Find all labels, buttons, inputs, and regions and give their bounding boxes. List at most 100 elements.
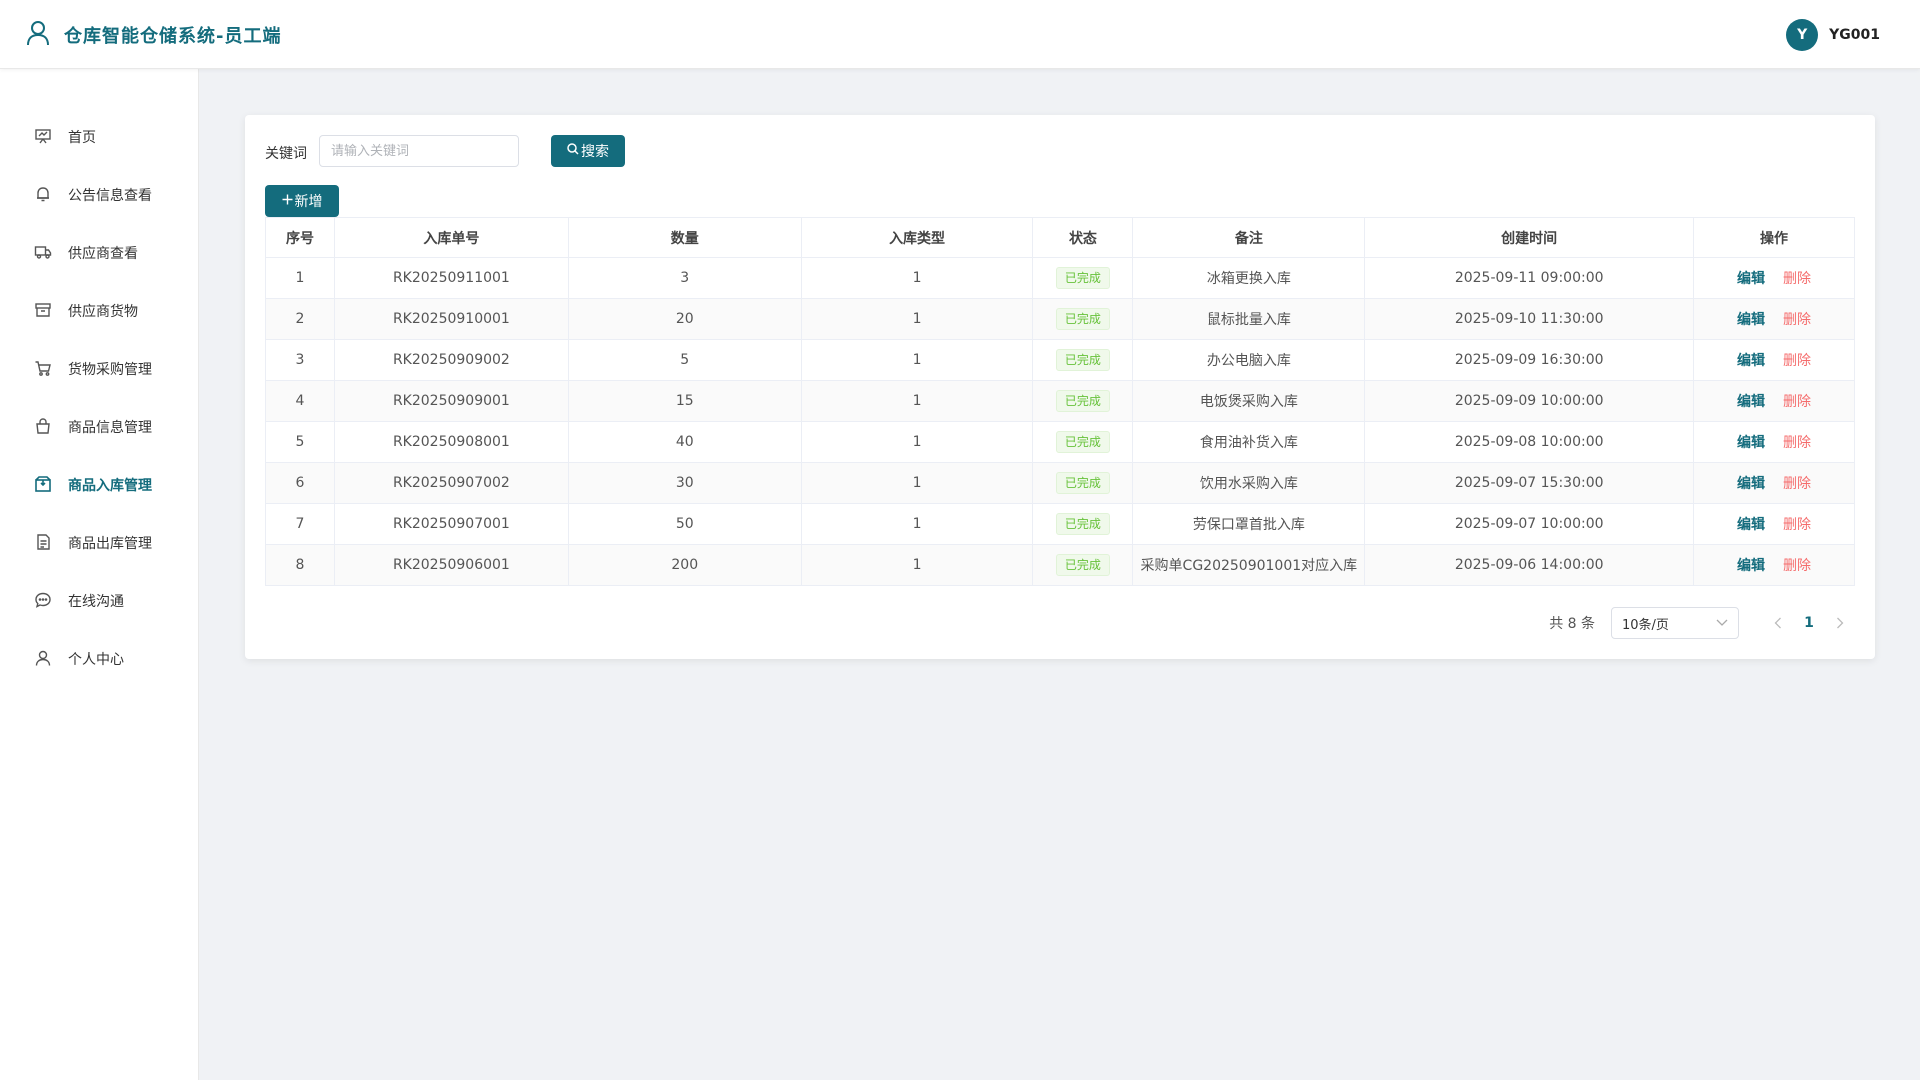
- cell-type: 1: [800, 257, 1034, 299]
- document-icon: [37, 534, 50, 550]
- cell-actions: 编辑 删除: [1693, 380, 1855, 422]
- column-header-actions: 操作: [1693, 217, 1855, 258]
- table-row[interactable]: 6 RK20250907002 30 1 已完成 饮用水采购入库 2025-09…: [265, 462, 1855, 504]
- sidebar-item-label: 首页: [68, 130, 96, 146]
- sidebar-item-label: 供应商查看: [68, 246, 138, 262]
- search-button-label: 搜索: [581, 144, 609, 160]
- column-header-created[interactable]: 创建时间: [1364, 217, 1695, 258]
- table-row[interactable]: 1 RK20250911001 3 1 已完成 冰箱更换入库 2025-09-1…: [265, 257, 1855, 299]
- plus-icon: [282, 194, 293, 209]
- cell-index: 7: [265, 503, 335, 545]
- app-title: 仓库智能仓储系统-员工端: [64, 26, 282, 47]
- column-header-index[interactable]: 序号: [265, 217, 335, 258]
- sidebar-item-profile[interactable]: 个人中心: [0, 638, 199, 678]
- column-header-remark[interactable]: 备注: [1132, 217, 1366, 258]
- delete-link[interactable]: 删除: [1783, 476, 1811, 492]
- chevron-right-icon: [1837, 617, 1844, 628]
- cell-order-no: RK20250906001: [333, 544, 569, 586]
- sidebar-item-product-info[interactable]: 商品信息管理: [0, 406, 199, 446]
- status-badge: 已完成: [1055, 267, 1110, 289]
- cell-quantity: 3: [567, 257, 802, 299]
- column-header-order-no[interactable]: 入库单号: [333, 217, 569, 258]
- sidebar-item-suppliers[interactable]: 供应商查看: [0, 232, 199, 272]
- sidebar-item-home[interactable]: 首页: [0, 116, 199, 156]
- inbound-management-card: 关键词 搜索 新增 序号 入库单号 数量 入库类型 状态 备注 创建时间 操作: [245, 115, 1875, 659]
- cell-actions: 编辑 删除: [1693, 544, 1855, 586]
- edit-link[interactable]: 编辑: [1737, 558, 1765, 574]
- delete-link[interactable]: 删除: [1783, 394, 1811, 410]
- delete-link[interactable]: 删除: [1783, 353, 1811, 369]
- table-row[interactable]: 3 RK20250909002 5 1 已完成 办公电脑入库 2025-09-0…: [265, 339, 1855, 381]
- table-row[interactable]: 8 RK20250906001 200 1 已完成 采购单CG202509010…: [265, 544, 1855, 586]
- user-menu[interactable]: Y YG001: [1786, 19, 1880, 51]
- chat-icon: [35, 592, 51, 608]
- edit-link[interactable]: 编辑: [1737, 435, 1765, 451]
- table-row[interactable]: 4 RK20250909001 15 1 已完成 电饭煲采购入库 2025-09…: [265, 380, 1855, 422]
- table-row[interactable]: 2 RK20250910001 20 1 已完成 鼠标批量入库 2025-09-…: [265, 298, 1855, 340]
- search-button[interactable]: 搜索: [551, 135, 625, 167]
- edit-link[interactable]: 编辑: [1737, 394, 1765, 410]
- add-button-label: 新增: [294, 194, 323, 210]
- avatar[interactable]: Y: [1786, 19, 1819, 51]
- username[interactable]: YG001: [1829, 27, 1880, 43]
- edit-link[interactable]: 编辑: [1737, 312, 1765, 328]
- status-badge: 已完成: [1055, 431, 1110, 453]
- cell-created: 2025-09-08 10:00:00: [1364, 421, 1695, 463]
- column-header-quantity[interactable]: 数量: [567, 217, 802, 258]
- status-badge: 已完成: [1055, 308, 1110, 330]
- sidebar-item-supplier-goods[interactable]: 供应商货物: [0, 290, 199, 330]
- delete-link[interactable]: 删除: [1783, 558, 1811, 574]
- table-row[interactable]: 5 RK20250908001 40 1 已完成 食用油补货入库 2025-09…: [265, 421, 1855, 463]
- delete-link[interactable]: 删除: [1783, 517, 1811, 533]
- cell-quantity: 5: [567, 339, 802, 381]
- cell-status: 已完成: [1032, 380, 1134, 422]
- cell-remark: 饮用水采购入库: [1132, 462, 1366, 504]
- sidebar-item-chat[interactable]: 在线沟通: [0, 580, 199, 620]
- page-size-select[interactable]: 10条/页: [1611, 607, 1739, 639]
- cell-type: 1: [800, 421, 1034, 463]
- truck-icon: [34, 246, 52, 259]
- cell-quantity: 200: [567, 544, 802, 586]
- next-page-button[interactable]: [1825, 614, 1855, 633]
- column-header-type[interactable]: 入库类型: [800, 217, 1034, 258]
- search-label: 关键词: [265, 146, 307, 162]
- delete-link[interactable]: 删除: [1783, 312, 1811, 328]
- sidebar-item-outbound[interactable]: 商品出库管理: [0, 522, 199, 562]
- cell-created: 2025-09-07 10:00:00: [1364, 503, 1695, 545]
- status-badge: 已完成: [1055, 349, 1110, 371]
- cell-quantity: 40: [567, 421, 802, 463]
- sidebar-item-purchasing[interactable]: 货物采购管理: [0, 348, 199, 388]
- cell-order-no: RK20250909002: [333, 339, 569, 381]
- sidebar-item-inbound[interactable]: 商品入库管理: [0, 464, 199, 504]
- page-size-value: 10条/页: [1622, 617, 1669, 633]
- cell-created: 2025-09-11 09:00:00: [1364, 257, 1695, 299]
- cell-order-no: RK20250907002: [333, 462, 569, 504]
- cell-status: 已完成: [1032, 544, 1134, 586]
- cell-status: 已完成: [1032, 298, 1134, 340]
- pagination: 共 8 条 10条/页 1: [1549, 607, 1855, 639]
- cell-status: 已完成: [1032, 503, 1134, 545]
- sidebar-item-announcements[interactable]: 公告信息查看: [0, 174, 199, 214]
- edit-link[interactable]: 编辑: [1737, 353, 1765, 369]
- delete-link[interactable]: 删除: [1783, 271, 1811, 287]
- table-row[interactable]: 7 RK20250907001 50 1 已完成 劳保口罩首批入库 2025-0…: [265, 503, 1855, 545]
- bag-icon: [36, 418, 50, 434]
- edit-link[interactable]: 编辑: [1737, 517, 1765, 533]
- cell-actions: 编辑 删除: [1693, 257, 1855, 299]
- sidebar-item-label: 在线沟通: [68, 594, 124, 610]
- cell-actions: 编辑 删除: [1693, 421, 1855, 463]
- add-button[interactable]: 新增: [265, 185, 339, 217]
- cell-actions: 编辑 删除: [1693, 462, 1855, 504]
- delete-link[interactable]: 删除: [1783, 435, 1811, 451]
- prev-page-button[interactable]: [1763, 614, 1793, 633]
- inbound-table: 序号 入库单号 数量 入库类型 状态 备注 创建时间 操作 1 RK202509…: [265, 217, 1855, 586]
- page-number-current[interactable]: 1: [1793, 615, 1825, 631]
- search-input[interactable]: [319, 135, 519, 167]
- cell-order-no: RK20250911001: [333, 257, 569, 299]
- cell-index: 3: [265, 339, 335, 381]
- edit-link[interactable]: 编辑: [1737, 476, 1765, 492]
- sidebar-item-label: 商品入库管理: [68, 478, 152, 494]
- sidebar-item-label: 货物采购管理: [68, 362, 152, 378]
- column-header-status[interactable]: 状态: [1032, 217, 1134, 258]
- edit-link[interactable]: 编辑: [1737, 271, 1765, 287]
